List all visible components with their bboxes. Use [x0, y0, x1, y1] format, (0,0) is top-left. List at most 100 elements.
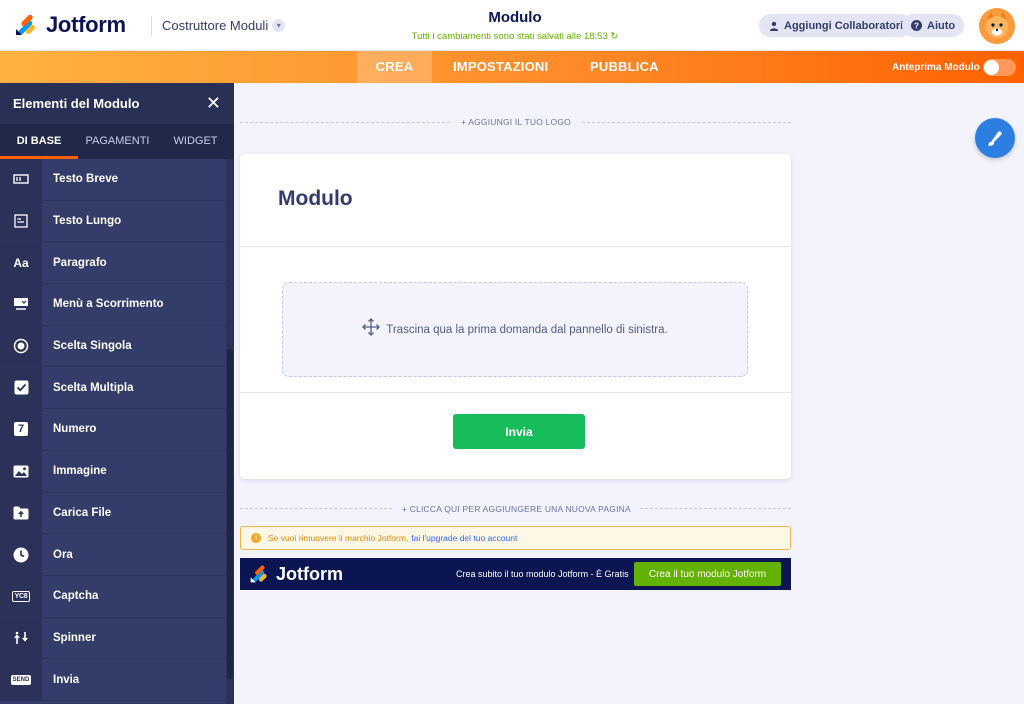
- header-divider: [151, 16, 152, 36]
- form-designer-button[interactable]: [975, 118, 1015, 158]
- branding-notice: ! Se vuoi rimuovere il marchio Jotform, …: [240, 526, 791, 550]
- element-label: Immagine: [53, 465, 107, 478]
- jotform-logo-icon: [250, 565, 267, 583]
- element-label: Scelta Singola: [53, 340, 132, 353]
- builder-menu[interactable]: Costruttore Moduli ▾: [162, 18, 286, 33]
- elements-list: Testo Breve Testo Lungo Aa Paragrafo Men…: [0, 159, 226, 701]
- notice-text: Se vuoi rimuovere il marchio Jotform,: [268, 533, 409, 543]
- element-label: Invia: [53, 673, 80, 686]
- element-testo-lungo[interactable]: Testo Lungo: [0, 200, 226, 243]
- element-invia[interactable]: SEND Invia: [0, 659, 226, 701]
- panel-title: Elementi del Modulo: [13, 96, 140, 111]
- close-icon[interactable]: ✕: [206, 93, 221, 114]
- paragraph-icon: Aa: [0, 242, 42, 284]
- tab-di-base-label: DI BASE: [16, 135, 62, 147]
- preview-label: Anteprima Modulo: [892, 62, 980, 73]
- page-divider-right: [640, 508, 791, 509]
- scrollbar-thumb[interactable]: [227, 349, 233, 679]
- send-icon: SEND: [0, 659, 42, 700]
- element-ora[interactable]: Ora: [0, 534, 226, 576]
- paint-roller-icon: [988, 131, 1002, 146]
- top-header: Jotform Costruttore Moduli ▾ Modulo Tutt…: [0, 0, 1024, 51]
- promo-text: Crea subito il tuo modulo Jotform - È Gr…: [456, 569, 629, 579]
- element-label: Ora: [53, 548, 73, 561]
- short-text-icon: [0, 159, 42, 200]
- toggle-knob: [984, 60, 999, 75]
- chevron-down-icon: ▾: [272, 19, 286, 32]
- drop-zone[interactable]: Trascina qua la prima domanda dal pannel…: [282, 282, 748, 377]
- refresh-icon: ↻: [610, 31, 619, 42]
- panel-scrollbar[interactable]: [226, 159, 234, 704]
- help-label: Aiuto: [927, 19, 956, 32]
- element-paragrafo[interactable]: Aa Paragrafo: [0, 242, 226, 285]
- card-divider: [240, 392, 791, 393]
- warning-icon: !: [251, 533, 261, 543]
- element-numero[interactable]: 7 Numero: [0, 409, 226, 451]
- element-carica-file[interactable]: Carica File: [0, 492, 226, 535]
- element-testo-breve[interactable]: Testo Breve: [0, 159, 226, 201]
- svg-text:?: ?: [914, 22, 919, 31]
- element-immagine[interactable]: Immagine: [0, 450, 226, 493]
- add-collaborators-button[interactable]: Aggiungi Collaboratori: [759, 14, 913, 37]
- radio-icon: [0, 325, 42, 367]
- panel-tabs: DI BASE PAGAMENTI WIDGET: [0, 124, 234, 159]
- element-menu-scorrimento[interactable]: Menù a Scorrimento: [0, 284, 226, 326]
- save-status-text: Tutti i cambiamenti sono stati salvati a…: [411, 31, 608, 42]
- spinner-icon: [0, 617, 42, 659]
- tab-pagamenti[interactable]: PAGAMENTI: [78, 124, 157, 159]
- upgrade-link[interactable]: fai l'upgrade del tuo account: [411, 533, 517, 543]
- builder-menu-label: Costruttore Moduli: [162, 18, 269, 33]
- tab-impostazioni-label: IMPOSTAZIONI: [453, 59, 549, 74]
- upload-icon: [0, 492, 42, 534]
- image-icon: [0, 450, 42, 492]
- card-divider: [240, 246, 791, 247]
- element-spinner[interactable]: Spinner: [0, 617, 226, 660]
- logo-divider-right: [582, 122, 791, 123]
- add-logo-link[interactable]: + AGGIUNGI IL TUO LOGO: [461, 117, 571, 127]
- checkbox-icon: [0, 367, 42, 409]
- help-button[interactable]: ? Aiuto: [902, 14, 965, 37]
- number-glyph: 7: [14, 422, 28, 437]
- tab-crea-label: CREA: [375, 59, 414, 74]
- tab-widget[interactable]: WIDGET: [157, 124, 234, 159]
- brand-name: Jotform: [46, 12, 126, 37]
- save-status: Tutti i cambiamenti sono stati salvati a…: [380, 31, 650, 42]
- form-title-area: Modulo Tutti i cambiamenti sono stati sa…: [380, 9, 650, 42]
- captcha-icon: YC8: [0, 575, 42, 617]
- tab-di-base[interactable]: DI BASE: [0, 124, 78, 159]
- create-form-button[interactable]: Crea il tuo modulo Jotform: [634, 562, 781, 586]
- tab-pubblica[interactable]: PUBBLICA: [590, 51, 659, 83]
- element-label: Spinner: [53, 631, 96, 644]
- long-text-icon: [0, 200, 42, 242]
- add-page-link[interactable]: + CLICCA QUI PER AGGIUNGERE UNA NUOVA PA…: [402, 504, 631, 514]
- promo-logo[interactable]: Jotform: [249, 564, 343, 585]
- user-icon: [768, 20, 779, 31]
- page-divider-left: [240, 508, 392, 509]
- element-label: Scelta Multipla: [53, 381, 134, 394]
- move-icon: [362, 318, 381, 341]
- element-scelta-multipla[interactable]: Scelta Multipla: [0, 367, 226, 410]
- avatar[interactable]: [979, 8, 1015, 44]
- element-label: Testo Breve: [53, 173, 118, 186]
- preview-toggle[interactable]: [983, 59, 1016, 76]
- add-collaborators-label: Aggiungi Collaboratori: [784, 19, 904, 32]
- element-label: Testo Lungo: [53, 215, 122, 228]
- avatar-cat-icon: [979, 8, 1015, 44]
- dropdown-icon: [0, 284, 42, 325]
- element-label: Captcha: [53, 590, 99, 603]
- logo-divider-left: [240, 122, 450, 123]
- captcha-glyph: YC8: [11, 590, 31, 602]
- tab-pagamenti-label: PAGAMENTI: [85, 135, 150, 147]
- element-captcha[interactable]: YC8 Captcha: [0, 575, 226, 618]
- jotform-logo[interactable]: Jotform: [14, 12, 126, 38]
- builder-nav: CREA IMPOSTAZIONI PUBBLICA Anteprima Mod…: [0, 51, 1024, 83]
- element-label: Paragrafo: [53, 256, 107, 269]
- form-heading[interactable]: Modulo: [278, 187, 353, 211]
- submit-button[interactable]: Invia: [453, 414, 585, 449]
- element-label: Menù a Scorrimento: [53, 298, 164, 311]
- tab-impostazioni[interactable]: IMPOSTAZIONI: [453, 51, 548, 83]
- tab-crea[interactable]: CREA: [357, 51, 432, 83]
- element-scelta-singola[interactable]: Scelta Singola: [0, 325, 226, 368]
- paragraph-glyph: Aa: [13, 255, 29, 270]
- form-title[interactable]: Modulo: [380, 9, 650, 26]
